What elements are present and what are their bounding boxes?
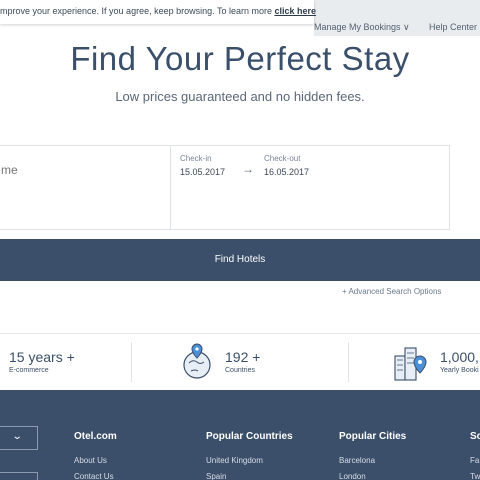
stat-bookings-value: 1,000, [440, 349, 479, 365]
find-hotels-button[interactable]: Find Hotels [0, 239, 480, 281]
help-center-link[interactable]: Help Center [429, 22, 477, 32]
language-select[interactable]: ⌄ [0, 426, 38, 450]
footer-col-title: Otel.com [74, 431, 117, 442]
chevron-down-icon: ⌄ [11, 431, 23, 442]
footer: ⌄ Otel.com About Us Contact Us Popular C… [0, 390, 480, 480]
destination-field[interactable] [0, 146, 171, 229]
cookie-notice: mprove your experience. If you agree, ke… [0, 0, 317, 24]
stat-years-value: 15 years + [9, 349, 75, 365]
page-title: Find Your Perfect Stay [70, 40, 410, 77]
top-nav: Manage My Bookings ∨ Help Center [314, 0, 480, 36]
stat-separator [131, 342, 132, 382]
footer-link-about[interactable]: About Us [74, 456, 107, 465]
destination-input[interactable] [0, 160, 161, 180]
footer-link-contact[interactable]: Contact Us [74, 472, 114, 480]
advanced-search-link[interactable]: + Advanced Search Options [342, 287, 441, 296]
footer-col-title: So [470, 431, 480, 442]
date-arrow-icon: → [242, 162, 254, 176]
stat-countries-label: Countries [225, 367, 255, 374]
stat-countries-value: 192 + [225, 349, 261, 365]
cookie-click-here-link[interactable]: click here [274, 6, 316, 16]
search-form: Check-in 15.05.2017 → Check-out 16.05.20… [0, 145, 450, 230]
stat-bookings-label: Yearly Booki [440, 367, 479, 374]
checkout-label: Check-out [264, 154, 301, 163]
stat-separator [348, 342, 349, 382]
cookie-notice-text: mprove your experience. If you agree, ke… [0, 6, 317, 16]
footer-link-social-2[interactable]: Tw [470, 472, 480, 480]
manage-bookings-menu[interactable]: Manage My Bookings ∨ [314, 22, 410, 33]
footer-col-title: Popular Countries [206, 431, 293, 442]
stat-years-label: E-commerce [9, 367, 49, 374]
checkout-date[interactable]: 16.05.2017 [264, 167, 309, 177]
globe-pin-icon [179, 343, 215, 381]
page-subtitle: Low prices guaranteed and no hidden fees… [115, 89, 365, 104]
footer-link-spain[interactable]: Spain [206, 472, 226, 480]
city-pin-icon [393, 342, 429, 382]
checkin-label: Check-in [180, 154, 212, 163]
currency-select[interactable] [0, 472, 38, 480]
footer-link-barcelona[interactable]: Barcelona [339, 456, 375, 465]
footer-col-title: Popular Cities [339, 431, 407, 442]
stats-divider [0, 333, 480, 334]
checkin-date[interactable]: 15.05.2017 [180, 167, 225, 177]
footer-link-london[interactable]: London [339, 472, 366, 480]
footer-link-uk[interactable]: United Kingdom [206, 456, 263, 465]
page: Manage My Bookings ∨ Help Center mprove … [0, 0, 480, 480]
footer-link-social-1[interactable]: Fa [470, 456, 479, 465]
